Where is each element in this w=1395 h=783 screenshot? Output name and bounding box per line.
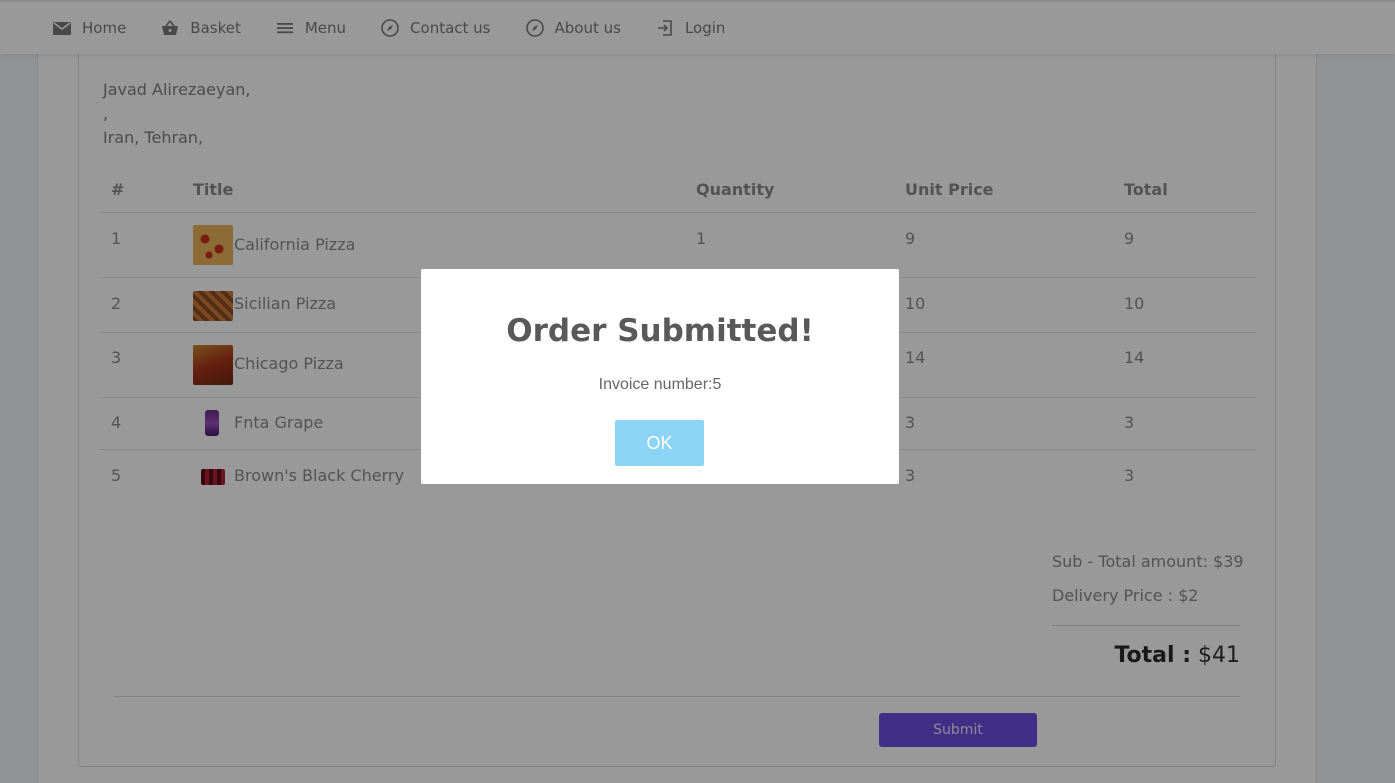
invoice-number-text: Invoice number:5	[598, 376, 722, 393]
order-submitted-dialog: Order Submitted! Invoice number:5 OK	[421, 269, 899, 484]
dialog-title: Order Submitted!	[506, 313, 814, 349]
ok-button[interactable]: OK	[615, 420, 704, 466]
